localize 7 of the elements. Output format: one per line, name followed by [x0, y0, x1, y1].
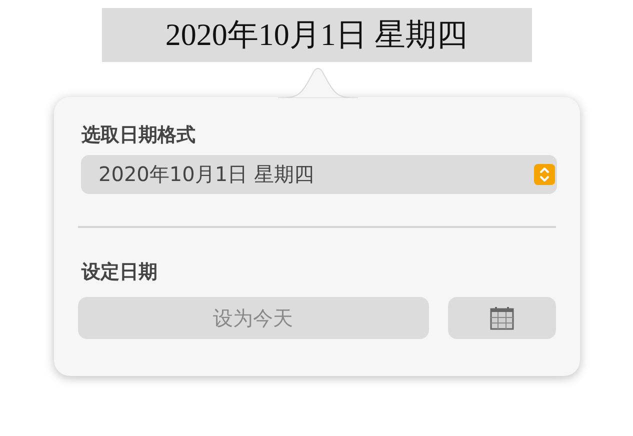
chevron-up-down-icon [534, 164, 554, 185]
section-label: 设定日期 [80, 260, 158, 285]
calendar-button[interactable] [448, 297, 556, 339]
selected-date-text: 2020年10月1日 星期四 [102, 8, 532, 62]
format-dropdown[interactable]: 2020年10月1日 星期四 [80, 155, 556, 194]
section-label: 选取日期格式 [80, 123, 196, 148]
calendar-icon [490, 306, 514, 330]
